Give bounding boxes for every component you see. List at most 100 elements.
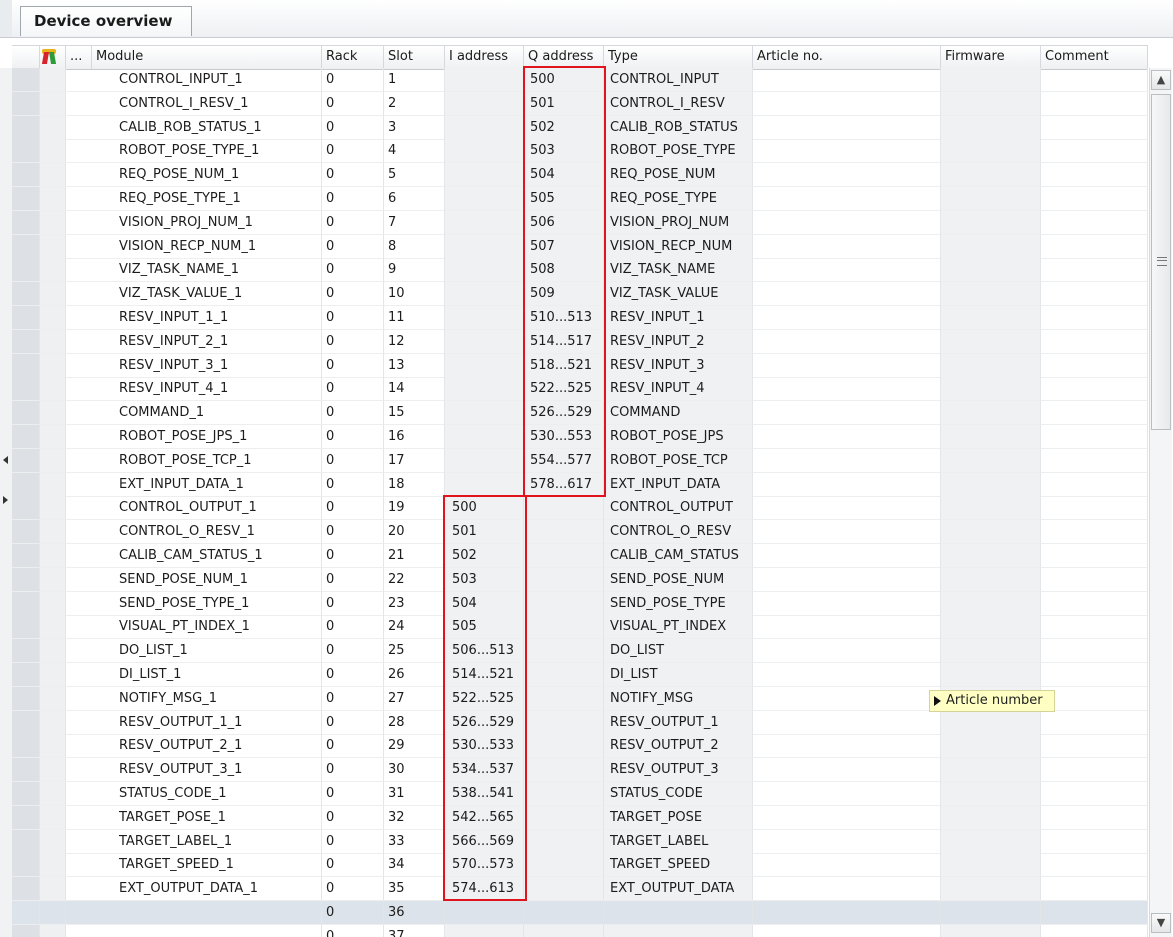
firmware-cell[interactable] [941, 853, 1041, 878]
table-row[interactable]: EXT_INPUT_DATA_1 0 18 578...617 EXT_INPUT_DA… [12, 472, 1148, 497]
comment-cell[interactable] [1041, 329, 1148, 354]
module-cell[interactable]: ROBOT_POSE_JPS_1 [66, 425, 322, 449]
firmware-cell[interactable] [941, 139, 1041, 164]
firmware-cell[interactable] [941, 591, 1041, 616]
comment-cell[interactable] [1041, 187, 1148, 211]
module-cell[interactable]: TARGET_LABEL_1 [66, 829, 322, 854]
firmware-cell[interactable] [941, 520, 1041, 545]
i-address-cell[interactable]: 574...613 [445, 877, 524, 902]
module-cell[interactable]: VISUAL_PT_INDEX_1 [66, 615, 322, 640]
slot-cell[interactable]: 15 [384, 401, 445, 426]
rack-cell[interactable]: 0 [322, 306, 384, 330]
slot-cell[interactable]: 37 [384, 924, 445, 937]
rack-cell[interactable]: 0 [322, 448, 384, 473]
q-address-cell[interactable]: 500 [524, 68, 604, 92]
scroll-up-button[interactable]: ▲ [1151, 70, 1171, 90]
i-address-cell[interactable]: 501 [445, 520, 524, 545]
q-address-cell[interactable] [524, 591, 604, 616]
module-cell[interactable]: CONTROL_O_RESV_1 [66, 520, 322, 545]
i-address-cell[interactable] [445, 377, 524, 402]
article-no-cell[interactable] [753, 329, 941, 354]
firmware-cell[interactable] [941, 758, 1041, 783]
q-address-cell[interactable]: 505 [524, 187, 604, 211]
slot-cell[interactable]: 13 [384, 353, 445, 378]
slot-cell[interactable]: 29 [384, 734, 445, 759]
table-row[interactable]: ROBOT_POSE_TCP_1 0 17 554...577 ROBOT_POSE_T… [12, 448, 1148, 473]
slot-cell[interactable]: 8 [384, 234, 445, 259]
comment-cell[interactable] [1041, 924, 1148, 937]
slot-cell[interactable]: 5 [384, 163, 445, 188]
article-no-cell[interactable] [753, 734, 941, 759]
table-row[interactable]: RESV_INPUT_4_1 0 14 522...525 RESV_INPUT_4 [12, 377, 1148, 402]
table-row[interactable]: SEND_POSE_NUM_1 0 22 503 SEND_POSE_NUM [12, 567, 1148, 592]
article-no-cell[interactable] [753, 425, 941, 449]
slot-cell[interactable]: 6 [384, 187, 445, 211]
comment-cell[interactable] [1041, 829, 1148, 854]
comment-cell[interactable] [1041, 663, 1148, 687]
module-cell[interactable]: STATUS_CODE_1 [66, 782, 322, 806]
rack-cell[interactable]: 0 [322, 472, 384, 497]
table-row[interactable]: REQ_POSE_TYPE_1 0 6 505 REQ_POSE_TYPE [12, 187, 1148, 211]
slot-cell[interactable]: 1 [384, 68, 445, 92]
table-row[interactable]: CALIB_CAM_STATUS_1 0 21 502 CALIB_CAM_STATUS [12, 544, 1148, 568]
row-selector[interactable] [12, 234, 40, 259]
i-address-cell[interactable]: 522...525 [445, 686, 524, 711]
rack-cell[interactable]: 0 [322, 924, 384, 937]
q-address-cell[interactable] [524, 686, 604, 711]
q-address-cell[interactable]: 504 [524, 163, 604, 188]
module-cell[interactable]: CONTROL_INPUT_1 [66, 68, 322, 92]
row-selector[interactable] [12, 663, 40, 687]
collapse-left-icon[interactable] [3, 456, 8, 464]
article-no-cell[interactable] [753, 353, 941, 378]
article-no-cell[interactable] [753, 163, 941, 188]
row-selector[interactable] [12, 377, 40, 402]
table-row[interactable]: CONTROL_I_RESV_1 0 2 501 CONTROL_I_RESV [12, 91, 1148, 116]
slot-cell[interactable]: 27 [384, 686, 445, 711]
i-address-cell[interactable] [445, 472, 524, 497]
table-row[interactable]: TARGET_LABEL_1 0 33 566...569 TARGET_LABEL [12, 829, 1148, 854]
firmware-cell[interactable] [941, 329, 1041, 354]
rack-cell[interactable]: 0 [322, 901, 384, 925]
q-address-cell[interactable]: 508 [524, 258, 604, 283]
row-selector[interactable] [12, 472, 40, 497]
i-address-cell[interactable] [445, 901, 524, 925]
q-address-cell[interactable]: 503 [524, 139, 604, 164]
article-no-cell[interactable] [753, 639, 941, 664]
comment-cell[interactable] [1041, 377, 1148, 402]
row-selector[interactable] [12, 68, 40, 92]
header-icon-col[interactable] [40, 46, 66, 69]
firmware-cell[interactable] [941, 282, 1041, 307]
slot-cell[interactable]: 28 [384, 710, 445, 735]
table-row[interactable]: VIZ_TASK_VALUE_1 0 10 509 VIZ_TASK_VALUE [12, 282, 1148, 307]
slot-cell[interactable]: 7 [384, 210, 445, 235]
article-no-cell[interactable] [753, 448, 941, 473]
article-no-cell[interactable] [753, 615, 941, 640]
comment-cell[interactable] [1041, 282, 1148, 307]
module-cell[interactable]: TARGET_SPEED_1 [66, 853, 322, 878]
firmware-cell[interactable] [941, 353, 1041, 378]
slot-cell[interactable]: 25 [384, 639, 445, 664]
row-selector[interactable] [12, 306, 40, 330]
rack-cell[interactable]: 0 [322, 401, 384, 426]
article-no-cell[interactable] [753, 68, 941, 92]
module-cell[interactable]: RESV_INPUT_1_1 [66, 306, 322, 330]
article-no-cell[interactable] [753, 401, 941, 426]
row-selector[interactable] [12, 401, 40, 426]
comment-cell[interactable] [1041, 901, 1148, 925]
comment-cell[interactable] [1041, 686, 1148, 711]
table-row[interactable]: DI_LIST_1 0 26 514...521 DI_LIST [12, 663, 1148, 687]
module-cell[interactable]: EXT_OUTPUT_DATA_1 [66, 877, 322, 902]
row-selector[interactable] [12, 686, 40, 711]
i-address-cell[interactable] [445, 68, 524, 92]
rack-cell[interactable]: 0 [322, 663, 384, 687]
q-address-cell[interactable]: 514...517 [524, 329, 604, 354]
table-row[interactable]: RESV_OUTPUT_2_1 0 29 530...533 RESV_OUTPUT_2 [12, 734, 1148, 759]
firmware-cell[interactable] [941, 805, 1041, 830]
module-cell[interactable]: CONTROL_OUTPUT_1 [66, 496, 322, 521]
q-address-cell[interactable] [524, 567, 604, 592]
table-row[interactable]: RESV_OUTPUT_1_1 0 28 526...529 RESV_OUTPUT_1 [12, 710, 1148, 735]
row-selector[interactable] [12, 758, 40, 783]
rack-cell[interactable]: 0 [322, 68, 384, 92]
header-q-address[interactable]: Q address [524, 46, 604, 69]
i-address-cell[interactable] [445, 282, 524, 307]
